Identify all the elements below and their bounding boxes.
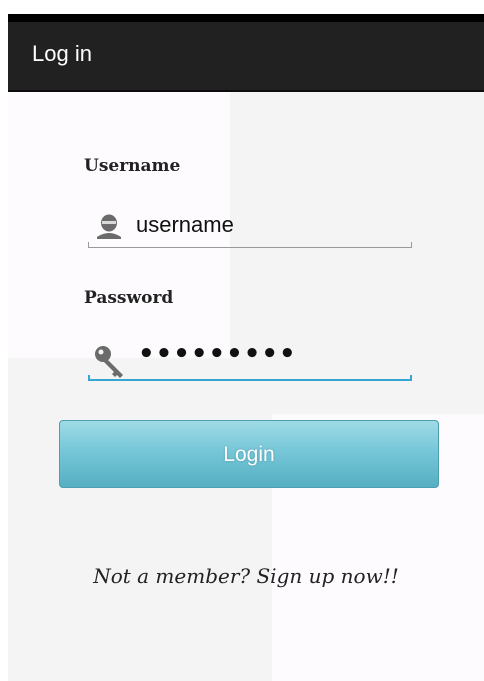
login-button[interactable]: Login [59,420,439,488]
username-label: Username [84,156,181,176]
key-icon [92,343,126,378]
password-label: Password [84,288,174,308]
status-strip [8,14,484,22]
person-icon [92,210,126,244]
username-field[interactable]: username [88,204,412,248]
username-underline [88,242,412,248]
page-title: Log in [32,41,92,66]
password-underline [88,375,412,381]
password-field[interactable]: ••••••••• [88,337,412,381]
login-button-label: Login [223,443,275,466]
action-bar: Log in [8,22,484,92]
device-frame: Log in Username username Password ••••••… [8,14,484,681]
signup-link[interactable]: Not a member? Sign up now!! [8,564,484,588]
password-value: ••••••••• [138,339,297,369]
username-value: username [136,212,234,237]
screen: Log in Username username Password ••••••… [8,14,484,681]
